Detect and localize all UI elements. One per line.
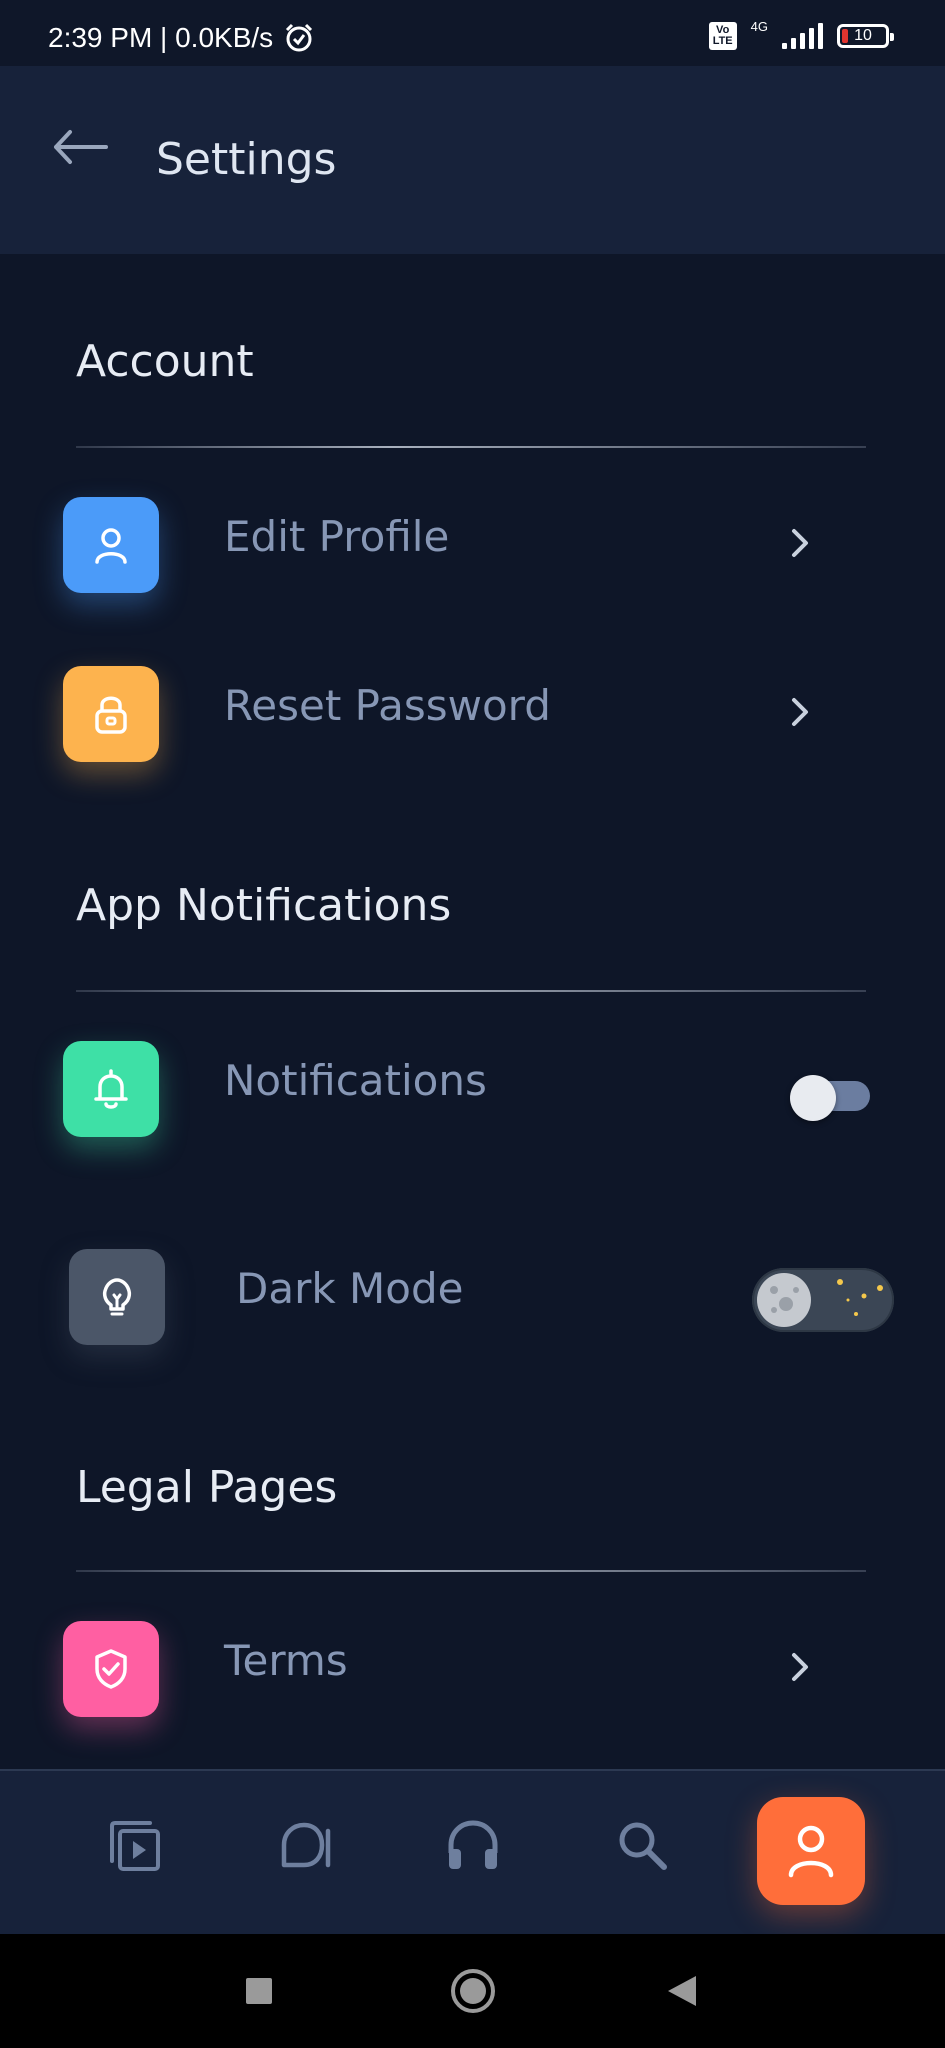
status-time-speed: 2:39 PM | 0.0KB/s <box>48 22 274 53</box>
terms-row[interactable]: Terms <box>0 1600 945 1720</box>
alarm-icon <box>286 23 313 52</box>
dark-mode-icon-tile <box>69 1249 165 1345</box>
nav-chat[interactable] <box>274 1815 334 1875</box>
dark-mode-label: Dark Mode <box>236 1264 464 1313</box>
battery-icon: 10 <box>837 24 894 48</box>
arrow-left-icon <box>54 130 108 164</box>
edit-profile-label: Edit Profile <box>224 512 450 561</box>
lock-icon <box>95 696 127 734</box>
notifications-icon-tile <box>63 1041 159 1137</box>
status-left: 2:39 PM | 0.0KB/s <box>48 22 315 54</box>
section-title-app-notifications: App Notifications <box>76 880 452 931</box>
headphones-icon <box>448 1820 498 1869</box>
chevron-right-icon <box>792 529 808 557</box>
terms-label: Terms <box>224 1636 348 1685</box>
toggle-knob <box>790 1075 836 1121</box>
shield-check-icon <box>95 1649 127 1689</box>
chevron-right-icon <box>792 698 808 726</box>
notifications-toggle[interactable] <box>790 1075 870 1121</box>
bell-icon <box>94 1069 128 1109</box>
notifications-label: Notifications <box>224 1056 487 1105</box>
back-nav-button[interactable] <box>666 1974 698 2012</box>
nav-audio[interactable] <box>443 1815 503 1875</box>
chat-bubble-icon <box>281 1822 331 1868</box>
section-title-legal-pages: Legal Pages <box>76 1462 338 1513</box>
nav-videos[interactable] <box>104 1815 164 1875</box>
section-divider <box>76 990 866 992</box>
back-button[interactable] <box>50 122 110 172</box>
nav-search[interactable] <box>612 1815 672 1875</box>
section-title-account: Account <box>76 336 254 387</box>
triangle-back-icon <box>668 1976 696 2006</box>
status-bar: 2:39 PM | 0.0KB/s Vo LTE 4G 10 <box>0 0 945 66</box>
section-divider <box>76 1570 866 1572</box>
battery-level: 10 <box>854 27 872 44</box>
edit-profile-row[interactable]: Edit Profile <box>0 476 945 596</box>
recents-button[interactable] <box>244 1976 274 2010</box>
lightbulb-icon <box>102 1278 132 1316</box>
terms-icon-tile <box>63 1621 159 1717</box>
reset-password-row[interactable]: Reset Password <box>0 645 945 765</box>
user-icon <box>788 1825 834 1878</box>
edit-profile-icon-tile <box>63 497 159 593</box>
search-icon <box>619 1822 667 1870</box>
bottom-nav <box>0 1771 945 1934</box>
chevron-right-icon <box>792 1653 808 1681</box>
home-button[interactable] <box>450 1968 496 2018</box>
reset-password-label: Reset Password <box>224 681 551 730</box>
square-icon <box>246 1978 272 2004</box>
app-header: Settings <box>0 66 945 254</box>
page-title: Settings <box>156 134 337 185</box>
network-type: 4G <box>750 18 768 34</box>
volte-badge: Vo LTE <box>708 22 737 50</box>
user-icon <box>95 528 127 564</box>
section-divider <box>76 446 866 448</box>
circle-home-icon <box>451 1969 495 2013</box>
reset-password-icon-tile <box>63 666 159 762</box>
signal-icon <box>782 23 823 49</box>
video-library-icon <box>110 1821 160 1871</box>
moon-stars-icon <box>757 1273 883 1327</box>
battery-fill <box>842 29 848 43</box>
status-right: Vo LTE 4G 10 <box>708 18 894 50</box>
nav-profile[interactable] <box>757 1797 865 1905</box>
dark-mode-toggle[interactable] <box>752 1268 894 1332</box>
system-nav-bar <box>0 1934 945 2048</box>
